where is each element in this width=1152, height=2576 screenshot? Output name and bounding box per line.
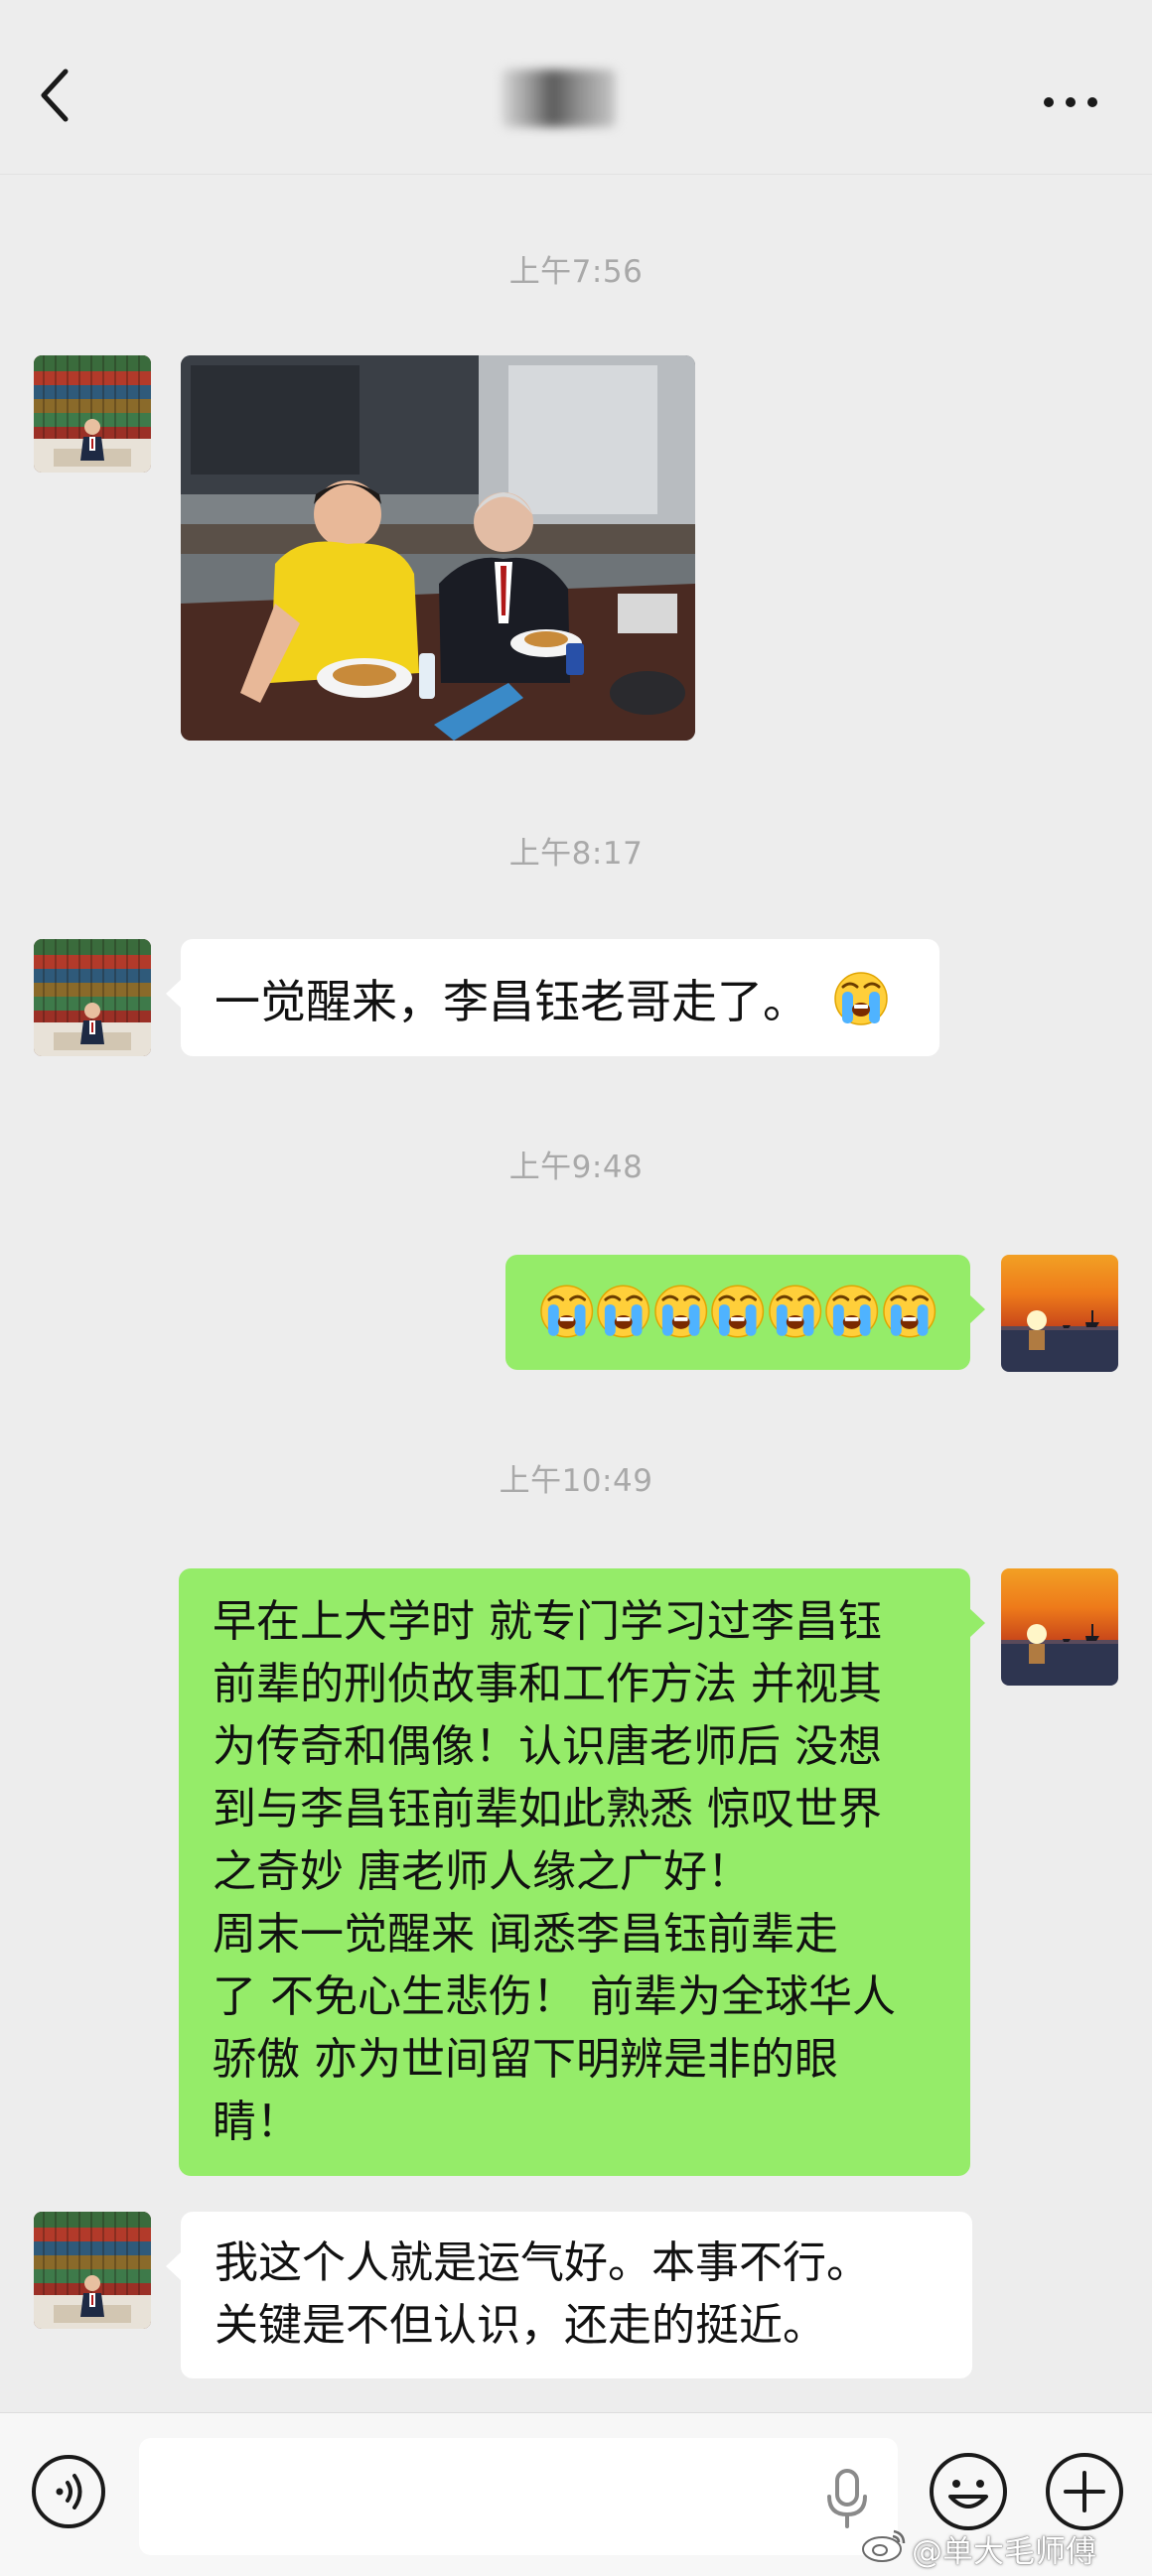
- watermark: @单大毛师傅: [912, 2534, 1096, 2570]
- plus-circle-icon: [1046, 2453, 1123, 2530]
- voice-input-button[interactable]: [30, 2453, 107, 2530]
- more-functions-button[interactable]: [1044, 2451, 1125, 2532]
- emoji-row: [539, 1284, 936, 1339]
- message-bubble-received[interactable]: 我这个人就是运气好。本事不行。 关键是不但认识，还走的挺近。: [166, 2212, 972, 2378]
- message-bubble-sent[interactable]: [505, 1255, 985, 1370]
- contact-avatar[interactable]: [34, 2212, 151, 2329]
- contact-avatar[interactable]: [34, 939, 151, 1056]
- chat-title-redacted: [502, 69, 616, 127]
- shared-photo[interactable]: [181, 355, 695, 741]
- avatar-image: [1001, 1568, 1118, 1686]
- avatar-image: [34, 355, 151, 473]
- voice-icon: [32, 2455, 105, 2528]
- smiley-icon: [930, 2453, 1007, 2530]
- back-button[interactable]: [36, 66, 95, 143]
- message-text: 早在上大学时 就专门学习过李昌钰 前辈的刑侦故事和工作方法 并视其 为传奇和偶像…: [213, 1596, 896, 2147]
- timestamp: 上午9:48: [508, 1150, 644, 1185]
- chat-title: [0, 0, 1, 1]
- avatar-image: [1001, 1255, 1118, 1372]
- crying-emoji-icon: [833, 971, 889, 1026]
- avatar-image: [34, 2212, 151, 2329]
- crying-emoji-icon: [824, 1284, 879, 1339]
- crying-emoji-icon: [882, 1284, 936, 1339]
- chevron-left-icon: [41, 68, 69, 122]
- chat-header: [0, 0, 1152, 175]
- message-text: 一觉醒来，李昌钰老哥走了。: [215, 974, 808, 1028]
- weibo-logo-icon: [862, 2529, 906, 2562]
- crying-emoji-icon: [653, 1284, 708, 1339]
- more-dots-icon: [1044, 97, 1097, 107]
- avatar-image: [34, 939, 151, 1056]
- contact-avatar[interactable]: [34, 355, 151, 473]
- emoji-button[interactable]: [928, 2451, 1009, 2532]
- timestamp: 上午10:49: [499, 1463, 653, 1499]
- message-bubble-received[interactable]: 一觉醒来，李昌钰老哥走了。: [166, 939, 939, 1056]
- crying-emoji-icon: [596, 1284, 650, 1339]
- more-button[interactable]: [1041, 87, 1100, 117]
- my-avatar[interactable]: [1001, 1568, 1118, 1686]
- message-text: 我这个人就是运气好。本事不行。 关键是不但认识，还走的挺近。: [215, 2237, 870, 2351]
- crying-emoji-icon: [539, 1284, 594, 1339]
- microphone-icon[interactable]: [819, 2467, 875, 2530]
- message-input[interactable]: [139, 2438, 898, 2555]
- message-bubble-sent[interactable]: 早在上大学时 就专门学习过李昌钰 前辈的刑侦故事和工作方法 并视其 为传奇和偶像…: [179, 1568, 985, 2176]
- timestamp: 上午7:56: [508, 254, 644, 290]
- photo-image: [181, 355, 695, 741]
- crying-emoji-icon: [768, 1284, 822, 1339]
- my-avatar[interactable]: [1001, 1255, 1118, 1372]
- timestamp: 上午8:17: [508, 836, 644, 872]
- crying-emoji-icon: [710, 1284, 765, 1339]
